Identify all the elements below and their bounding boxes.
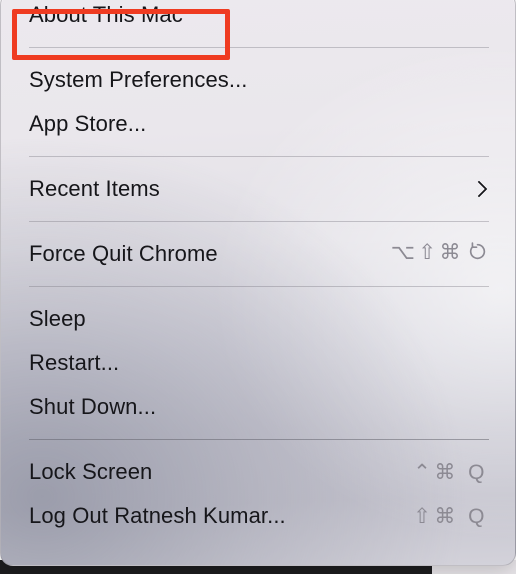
menu-separator	[29, 439, 489, 440]
menu-item-label: About This Mac	[29, 2, 183, 27]
escape-key-icon	[467, 241, 488, 268]
menu-item-sleep[interactable]: Sleep	[1, 297, 515, 341]
screenshot-root: About This Mac System Preferences... App…	[0, 0, 516, 574]
menu-item-label: Shut Down...	[29, 394, 157, 419]
menu-item-system-preferences[interactable]: System Preferences...	[1, 58, 515, 102]
menu-item-label: Restart...	[29, 350, 120, 375]
apple-menu-panel: About This Mac System Preferences... App…	[0, 0, 516, 566]
menu-separator	[29, 286, 489, 287]
shortcut-modifiers: ⌥⇧⌘	[390, 241, 464, 264]
menu-item-shut-down[interactable]: Shut Down...	[1, 385, 515, 429]
menu-item-label: App Store...	[29, 111, 147, 136]
menu-item-label: Log Out Ratnesh Kumar...	[29, 503, 286, 528]
menu-item-shortcut: ⇧⌘ Q	[413, 504, 488, 528]
menu-item-shortcut: ⌥⇧⌘	[391, 240, 489, 268]
menu-item-label: Recent Items	[29, 176, 160, 201]
menu-item-recent-items[interactable]: Recent Items	[1, 167, 515, 211]
menu-item-label: Lock Screen	[29, 459, 153, 484]
menu-item-restart[interactable]: Restart...	[1, 341, 515, 385]
menu-item-force-quit-chrome[interactable]: Force Quit Chrome ⌥⇧⌘	[1, 232, 515, 276]
apple-menu-list: About This Mac System Preferences... App…	[1, 0, 515, 538]
menu-item-about-this-mac[interactable]: About This Mac	[1, 0, 515, 37]
menu-item-label: Sleep	[29, 306, 86, 331]
menu-separator	[29, 221, 489, 222]
menu-item-app-store[interactable]: App Store...	[1, 102, 515, 146]
menu-item-lock-screen[interactable]: Lock Screen ⌃⌘ Q	[1, 450, 515, 494]
menu-separator	[29, 156, 489, 157]
menu-item-log-out[interactable]: Log Out Ratnesh Kumar... ⇧⌘ Q	[1, 494, 515, 538]
menu-item-label: Force Quit Chrome	[29, 241, 218, 266]
menu-separator	[29, 47, 489, 48]
menu-item-label: System Preferences...	[29, 67, 248, 92]
chevron-right-icon	[473, 179, 485, 199]
menu-item-shortcut: ⌃⌘ Q	[413, 460, 488, 484]
